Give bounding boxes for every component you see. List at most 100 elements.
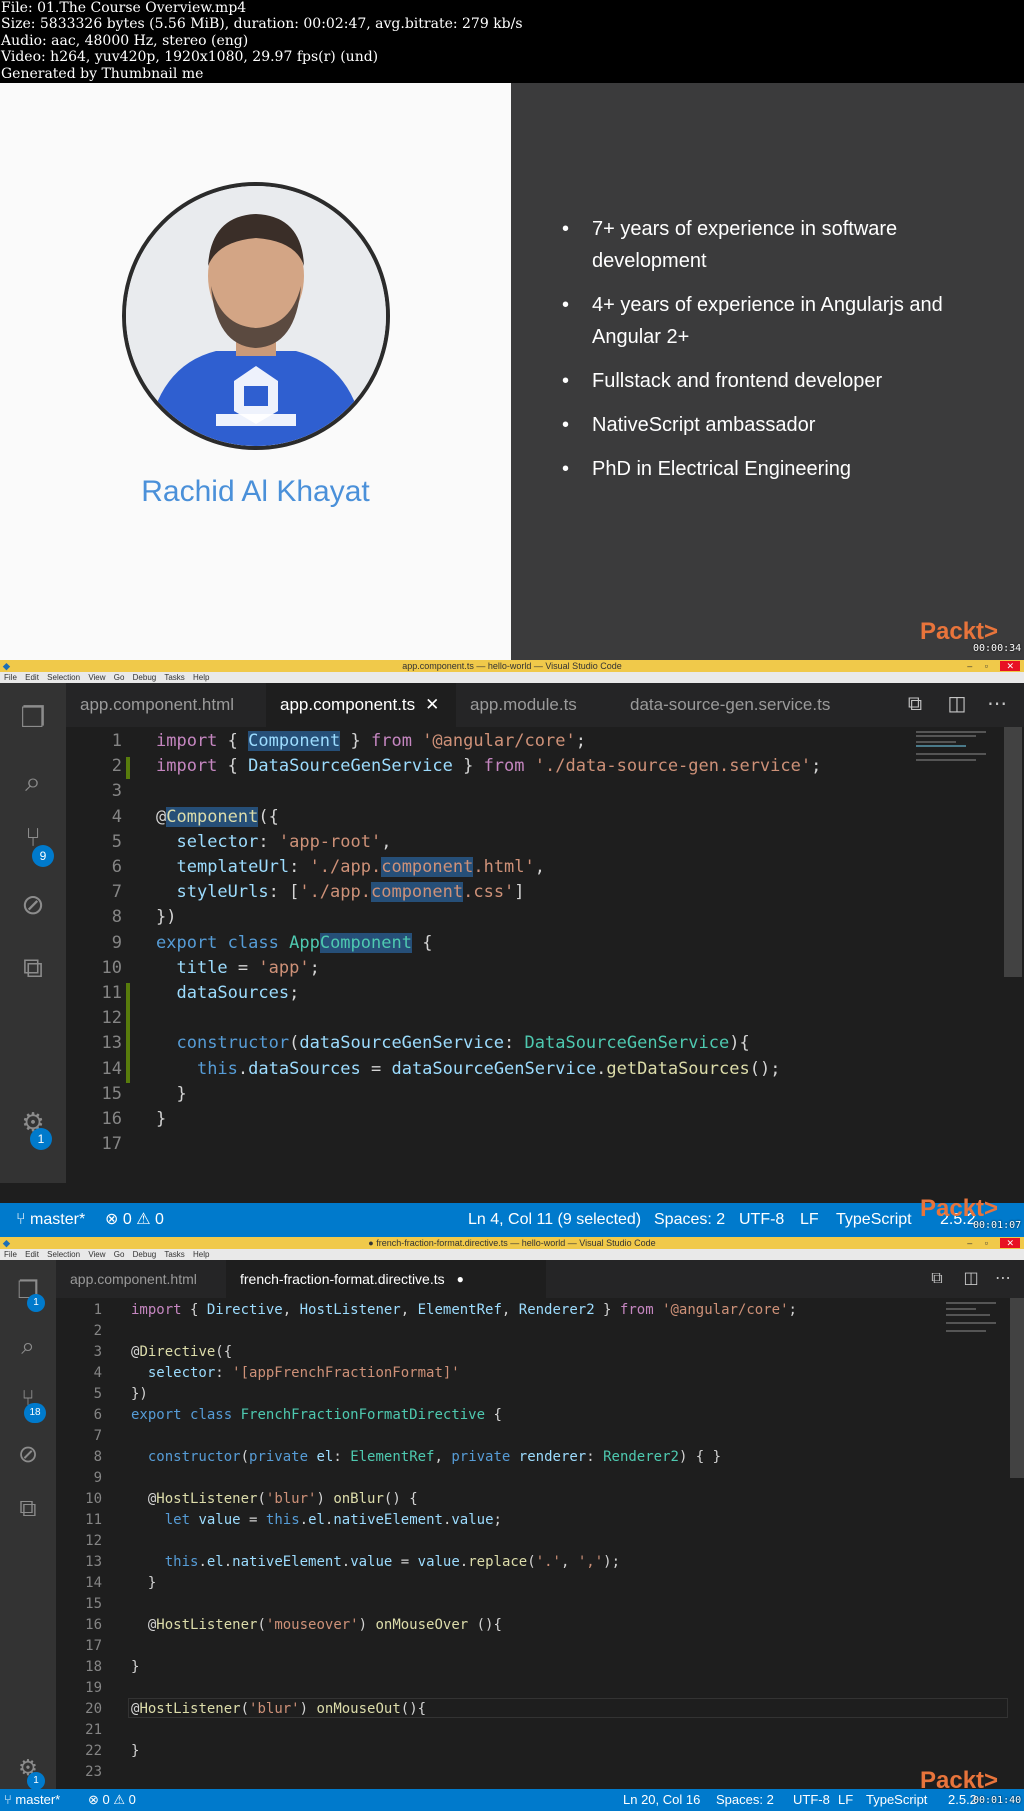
git-branch-status[interactable]: ⑂ master* xyxy=(16,1203,85,1237)
menu-item-file[interactable]: File xyxy=(4,673,17,682)
info-line: Size: 5833326 bytes (5.56 MiB), duration… xyxy=(1,16,523,33)
problems-status[interactable]: ⊗ 0 ⚠ 0 xyxy=(88,1789,136,1811)
scm-badge: 18 xyxy=(24,1403,46,1423)
encoding-status[interactable]: UTF-8 xyxy=(793,1789,830,1811)
menu-item-edit[interactable]: Edit xyxy=(25,673,39,682)
minimize-button[interactable]: – xyxy=(967,1238,972,1248)
cursor-position[interactable]: Ln 4, Col 11 (9 selected) xyxy=(468,1203,641,1237)
info-line: File: 01.The Course Overview.mp4 xyxy=(1,0,247,16)
line-number: 1 xyxy=(93,1302,102,1318)
code-line: constructor(private el: ElementRef, priv… xyxy=(147,1449,722,1465)
vertical-scrollbar[interactable] xyxy=(1010,1298,1024,1478)
search-icon[interactable]: ⌕ xyxy=(17,765,49,798)
code-line: styleUrls: ['./app.component.css'] xyxy=(176,882,525,903)
tab-app-module-ts[interactable]: app.module.ts xyxy=(456,683,616,727)
more-actions-icon[interactable]: ⋯ xyxy=(984,691,1010,717)
slide-left-panel: Rachid Al Khayat xyxy=(0,83,511,660)
speaker-name: Rachid Al Khayat xyxy=(141,475,370,508)
menu-item-debug[interactable]: Debug xyxy=(133,1250,157,1259)
line-number: 4 xyxy=(111,806,122,827)
git-branch-status[interactable]: ⑂ master* xyxy=(4,1789,60,1811)
minimap[interactable] xyxy=(942,1298,1002,1358)
code-line: title = 'app'; xyxy=(176,957,320,978)
language-mode[interactable]: TypeScript xyxy=(836,1203,912,1237)
line-number: 15 xyxy=(101,1083,122,1104)
menu-item-help[interactable]: Help xyxy=(193,673,209,682)
timestamp: 00:00:34 xyxy=(973,643,1022,654)
bio-bullet: 7+ years of experience in software devel… xyxy=(562,213,1002,277)
slide-right-panel: 7+ years of experience in software devel… xyxy=(511,83,1024,660)
code-editor[interactable]: 1 2 3 4 5 6 7 8 9 10 11 12 13 14 15 16 17 18 19 20 21 22 23 im… xyxy=(56,1298,1024,1789)
open-changes-icon[interactable]: ⧉ xyxy=(926,1268,948,1290)
problems-status[interactable]: ⊗ 0 ⚠ 0 xyxy=(105,1203,164,1237)
indentation-status[interactable]: Spaces: 2 xyxy=(716,1789,774,1811)
line-number: 20 xyxy=(85,1701,102,1717)
line-number: 7 xyxy=(93,1428,102,1444)
menu-item-edit[interactable]: Edit xyxy=(25,1250,39,1259)
split-editor-icon[interactable]: ◫ xyxy=(944,691,970,717)
split-editor-icon[interactable]: ◫ xyxy=(960,1268,982,1290)
line-number: 17 xyxy=(101,1134,122,1155)
language-mode[interactable]: TypeScript xyxy=(866,1789,927,1811)
tab-app-component-html[interactable]: app.component.html xyxy=(66,683,266,727)
eol-status[interactable]: LF xyxy=(838,1789,853,1811)
close-button[interactable]: ✕ xyxy=(1000,661,1020,671)
status-bar: ⑂ master* ⊗ 0 ⚠ 0 Ln 20, Col 16 Spaces: … xyxy=(0,1789,1024,1811)
code-line: @HostListener('blur') onMouseOut(){ xyxy=(131,1701,427,1717)
line-number: 17 xyxy=(85,1638,102,1654)
code-line: export class AppComponent { xyxy=(156,932,433,953)
menu-item-tasks[interactable]: Tasks xyxy=(164,1250,184,1259)
extensions-icon[interactable]: ⧉ xyxy=(17,951,49,984)
tab-app-component-ts[interactable]: app.component.ts ✕ xyxy=(266,683,456,727)
unsaved-dot-icon[interactable]: ● xyxy=(457,1272,464,1286)
debug-icon[interactable]: ⊘ xyxy=(14,1440,42,1468)
line-number: 2 xyxy=(93,1323,102,1339)
maximize-button[interactable]: ▫ xyxy=(985,661,988,671)
more-actions-icon[interactable]: ⋯ xyxy=(992,1268,1014,1290)
menu-item-tasks[interactable]: Tasks xyxy=(164,673,184,682)
info-line: Audio: aac, 48000 Hz, stereo (eng) xyxy=(1,32,249,49)
menu-item-selection[interactable]: Selection xyxy=(47,1250,80,1259)
menu-item-go[interactable]: Go xyxy=(114,673,125,682)
tab-data-source-gen-service[interactable]: data-source-gen.service.ts xyxy=(616,683,876,727)
code-editor[interactable]: 1 2 3 4 5 6 7 8 9 10 11 12 13 14 15 16 17 import { Compo… xyxy=(66,727,1024,1183)
debug-icon[interactable]: ⊘ xyxy=(17,888,49,921)
menu-item-view[interactable]: View xyxy=(88,673,105,682)
line-numbers: 1 2 3 4 5 6 7 8 9 10 11 12 13 14 15 16 17 xyxy=(66,729,122,1157)
vertical-scrollbar[interactable] xyxy=(1004,727,1022,977)
menu-item-go[interactable]: Go xyxy=(114,1250,125,1259)
minimap[interactable] xyxy=(910,727,996,787)
open-changes-icon[interactable]: ⧉ xyxy=(902,691,928,717)
cursor-position[interactable]: Ln 20, Col 16 xyxy=(623,1789,700,1811)
line-number: 8 xyxy=(93,1449,102,1465)
close-button[interactable]: ✕ xyxy=(1000,1238,1020,1248)
encoding-status[interactable]: UTF-8 xyxy=(739,1203,784,1237)
explorer-icon[interactable]: ❐ xyxy=(17,701,49,734)
line-number: 14 xyxy=(85,1575,102,1591)
maximize-button[interactable]: ▫ xyxy=(985,1238,988,1248)
indentation-status[interactable]: Spaces: 2 xyxy=(654,1203,725,1237)
close-tab-icon[interactable]: ✕ xyxy=(425,695,439,715)
menu-item-selection[interactable]: Selection xyxy=(47,673,80,682)
gear-badge: 1 xyxy=(30,1128,52,1150)
tab-app-component-html[interactable]: app.component.html xyxy=(56,1260,226,1298)
code-content: import { Component } from '@angular/core… xyxy=(156,729,821,1157)
eol-status[interactable]: LF xyxy=(800,1203,819,1237)
extensions-icon[interactable]: ⧉ xyxy=(14,1494,42,1522)
line-number: 12 xyxy=(85,1533,102,1549)
minimize-button[interactable]: – xyxy=(967,661,972,671)
search-icon[interactable]: ⌕ xyxy=(14,1332,42,1360)
speaker-avatar-icon xyxy=(126,186,386,446)
menu-item-debug[interactable]: Debug xyxy=(133,673,157,682)
status-bar: ⑂ master* ⊗ 0 ⚠ 0 Ln 4, Col 11 (9 select… xyxy=(0,1203,1024,1237)
menu-item-view[interactable]: View xyxy=(88,1250,105,1259)
menu-bar: File Edit Selection View Go Debug Tasks … xyxy=(0,672,1024,683)
tab-french-fraction-directive[interactable]: french-fraction-format.directive.ts ● xyxy=(226,1260,546,1298)
gear-badge: 1 xyxy=(27,1772,45,1790)
menu-item-help[interactable]: Help xyxy=(193,1250,209,1259)
bio-bullet: 4+ years of experience in Angularjs and … xyxy=(562,289,1002,353)
bio-bullet: NativeScript ambassador xyxy=(562,409,1002,441)
menu-item-file[interactable]: File xyxy=(4,1250,17,1259)
